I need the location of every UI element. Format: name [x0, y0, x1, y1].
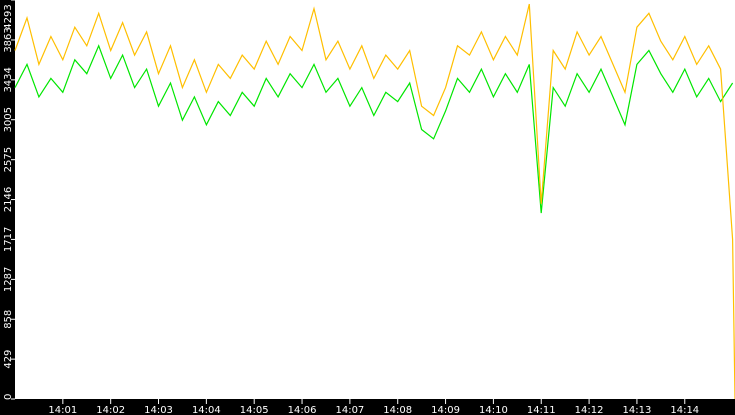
x-tick-label: 14:10 — [479, 405, 508, 415]
y-tick-label: 0 — [3, 394, 14, 400]
x-tick-label: 14:03 — [144, 405, 173, 415]
y-tick-label: 3863 — [3, 27, 14, 52]
x-tick-label: 14:09 — [431, 405, 460, 415]
x-tick-label: 14:07 — [335, 405, 364, 415]
x-tick-label: 14:08 — [383, 405, 412, 415]
y-tick-label: 1717 — [3, 227, 14, 252]
x-tick-label: 14:05 — [240, 405, 269, 415]
y-tick-label: 1287 — [3, 267, 14, 292]
y-tick-label: 3434 — [3, 67, 14, 92]
y-tick-label: 2575 — [3, 147, 14, 172]
plot-area — [15, 0, 735, 399]
x-tick-label: 14:12 — [575, 405, 604, 415]
x-tick-label: 14:02 — [96, 405, 125, 415]
x-tick-label: 14:01 — [48, 405, 77, 415]
x-tick-label: 14:13 — [623, 405, 652, 415]
x-tick-label: 14:14 — [670, 405, 699, 415]
y-tick-label: 2146 — [3, 187, 14, 212]
y-tick-label: 429 — [3, 350, 14, 369]
x-tick-label: 14:06 — [288, 405, 317, 415]
line-chart: 042985812871717214625753005343438634293 … — [0, 0, 735, 415]
x-tick-label: 14:04 — [192, 405, 221, 415]
y-tick-label: 4293 — [3, 4, 14, 29]
y-tick-label: 3005 — [3, 107, 14, 132]
y-tick-label: 858 — [3, 310, 14, 329]
x-tick-label: 14:11 — [527, 405, 556, 415]
